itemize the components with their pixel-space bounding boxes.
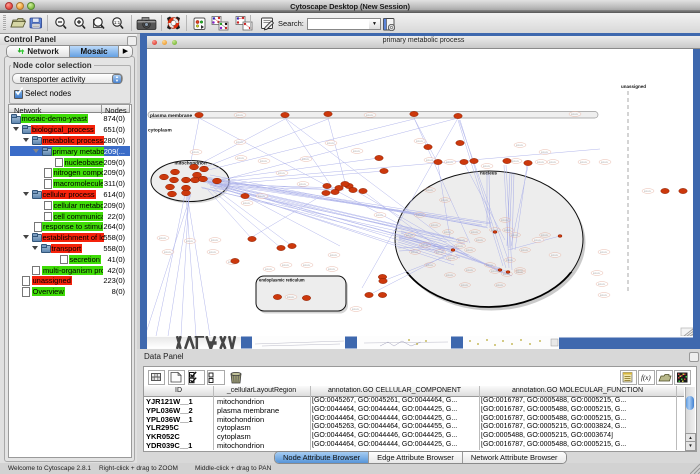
svg-text:nucleus: nucleus xyxy=(480,171,498,176)
svg-text:xxx-xx: xxx-xx xyxy=(209,251,217,254)
svg-text:plasma membrane: plasma membrane xyxy=(150,113,192,119)
svg-text:xxx-xx: xxx-xx xyxy=(192,151,200,154)
svg-text:xxx-xx: xxx-xx xyxy=(471,231,479,234)
svg-text:xxx-xx: xxx-xx xyxy=(483,165,491,168)
svg-text:xxx-xx: xxx-xx xyxy=(476,239,484,242)
svg-text:xxx-xx: xxx-xx xyxy=(534,239,542,242)
svg-text:cytoplasm: cytoplasm xyxy=(148,128,172,134)
svg-text:xxx-xx: xxx-xx xyxy=(537,161,545,164)
svg-text:xxx-xx: xxx-xx xyxy=(600,294,608,297)
svg-text:xxx-xx: xxx-xx xyxy=(278,172,286,175)
svg-text:xxx-xx: xxx-xx xyxy=(211,239,219,242)
svg-text:xxx-xx: xxx-xx xyxy=(416,214,424,217)
svg-text:xxx-xx: xxx-xx xyxy=(352,308,360,311)
svg-text:xxx-xx: xxx-xx xyxy=(186,240,194,243)
svg-text:xxx-xx: xxx-xx xyxy=(549,161,557,164)
svg-text:xxx-xx: xxx-xx xyxy=(512,160,520,163)
svg-text:xxx-xx: xxx-xx xyxy=(303,264,311,267)
svg-text:xxx-xx: xxx-xx xyxy=(458,239,466,242)
svg-text:xxx-xx: xxx-xx xyxy=(366,114,374,117)
svg-text:xxx-xx: xxx-xx xyxy=(426,159,434,162)
svg-text:xxx-xx: xxx-xx xyxy=(431,224,439,227)
svg-text:xxx-xx: xxx-xx xyxy=(265,268,273,271)
svg-text:xxx-xx: xxx-xx xyxy=(406,234,414,237)
svg-text:xxx-xx: xxx-xx xyxy=(541,151,549,154)
svg-text:xxx-xx: xxx-xx xyxy=(598,283,606,286)
svg-text:xxx-xx: xxx-xx xyxy=(511,234,519,237)
svg-text:xxx-xx: xxx-xx xyxy=(164,251,172,254)
svg-text:xxx-xx: xxx-xx xyxy=(593,272,601,275)
svg-text:xxx-xx: xxx-xx xyxy=(237,157,245,160)
svg-text:xxx-xx: xxx-xx xyxy=(287,296,295,299)
svg-text:xxx-xx: xxx-xx xyxy=(426,189,434,192)
svg-text:xxx-xx: xxx-xx xyxy=(243,202,251,205)
svg-text:xxx-xx: xxx-xx xyxy=(580,161,588,164)
svg-text:xxx-xx: xxx-xx xyxy=(441,199,449,202)
svg-text:f(x): f(x) xyxy=(641,374,651,382)
svg-text:xxx-xx: xxx-xx xyxy=(516,144,524,147)
svg-text:xxx-xx: xxx-xx xyxy=(444,231,452,234)
svg-text:xxx-xx: xxx-xx xyxy=(466,269,474,272)
svg-text:xxx-xx: xxx-xx xyxy=(516,271,524,274)
svg-text:xxx-xx: xxx-xx xyxy=(376,214,384,217)
svg-text:unassigned: unassigned xyxy=(621,84,646,89)
svg-text:xxx-xx: xxx-xx xyxy=(236,114,244,117)
svg-text:xxx-xx: xxx-xx xyxy=(461,284,469,287)
svg-text:xxx-xx: xxx-xx xyxy=(299,183,307,186)
svg-text:xxx-xx: xxx-xx xyxy=(236,141,244,144)
svg-text:xxx-xx: xxx-xx xyxy=(571,113,579,116)
svg-text:xxx-xx: xxx-xx xyxy=(446,161,454,164)
svg-text:xxx-xx: xxx-xx xyxy=(491,270,499,273)
svg-text:xxx-xx: xxx-xx xyxy=(302,158,310,161)
svg-text:xxx-xx: xxx-xx xyxy=(506,259,514,262)
svg-text:xxx-xx: xxx-xx xyxy=(504,229,512,232)
svg-text:xxx-xx: xxx-xx xyxy=(436,251,444,254)
svg-text:xxx-xx: xxx-xx xyxy=(421,244,429,247)
svg-text:xxx-xx: xxx-xx xyxy=(601,161,609,164)
svg-text:xxx-xx: xxx-xx xyxy=(600,251,608,254)
svg-text:xxx-xx: xxx-xx xyxy=(501,219,509,222)
svg-text:xxx-xx: xxx-xx xyxy=(446,274,454,277)
svg-text:endoplasmic reticulum: endoplasmic reticulum xyxy=(259,278,305,283)
svg-text:xxx-xx: xxx-xx xyxy=(456,245,464,248)
svg-text:xxx-xx: xxx-xx xyxy=(496,284,504,287)
svg-text:xxx-xx: xxx-xx xyxy=(327,142,335,145)
svg-text:xxx-xx: xxx-xx xyxy=(282,264,290,267)
svg-text:1:1: 1:1 xyxy=(114,20,121,25)
svg-text:xxx-xx: xxx-xx xyxy=(411,251,419,254)
svg-text:xxx-xx: xxx-xx xyxy=(466,249,474,252)
svg-text:xxx-xx: xxx-xx xyxy=(260,160,268,163)
svg-text:xxx-xx: xxx-xx xyxy=(258,195,266,198)
svg-text:xxx-xx: xxx-xx xyxy=(486,264,494,267)
svg-text:xxx-xx: xxx-xx xyxy=(541,234,549,237)
svg-text:xxx-xx: xxx-xx xyxy=(416,140,424,143)
svg-text:xxx-xx: xxx-xx xyxy=(328,268,336,271)
svg-text:xxx-xx: xxx-xx xyxy=(521,249,529,252)
svg-text:xxx-xx: xxx-xx xyxy=(159,237,167,240)
svg-text:xxx-xx: xxx-xx xyxy=(330,254,338,257)
svg-text:xxx-xx: xxx-xx xyxy=(551,254,559,257)
svg-text:xxx-xx: xxx-xx xyxy=(644,190,652,193)
svg-text:xxx-xx: xxx-xx xyxy=(448,257,456,260)
svg-text:xxx-xx: xxx-xx xyxy=(353,150,361,153)
svg-text:xxx-xx: xxx-xx xyxy=(426,264,434,267)
